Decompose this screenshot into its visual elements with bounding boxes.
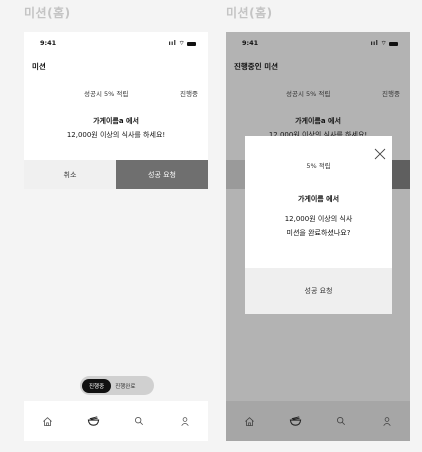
bowl-icon[interactable] — [285, 411, 305, 431]
user-icon[interactable] — [175, 411, 195, 431]
status-time: 9:41 — [242, 39, 259, 47]
action-buttons: 취소 성공 요청 — [24, 160, 208, 189]
search-icon[interactable] — [129, 411, 149, 431]
battery-icon — [187, 41, 196, 46]
status-icons: ııl ⌔ — [169, 39, 196, 47]
bottom-tab-bar — [226, 401, 410, 441]
toggle-in-progress[interactable]: 진행중 — [82, 378, 112, 393]
phone-screen-mission: 9:41 ııl ⌔ 미션 성공시 5% 적립 진행중 가게이름a 에서 12,… — [24, 32, 208, 441]
confirm-modal: 5% 적립 가게이름 에서 12,000원 이상의 식사 미션을 완료하셨나요?… — [245, 136, 392, 314]
close-icon[interactable] — [374, 145, 386, 160]
user-icon[interactable] — [377, 411, 397, 431]
status-badge: 진행중 — [180, 90, 198, 98]
bottom-tab-bar — [24, 401, 208, 441]
page-title: 진행중인 미션 — [234, 62, 279, 71]
home-icon[interactable] — [239, 411, 259, 431]
status-bar: 9:41 ııl ⌔ — [24, 32, 208, 50]
modal-mission-line1: 12,000원 이상의 식사 — [284, 215, 353, 223]
dimmed-cancel-button — [226, 160, 245, 189]
page-title: 미션 — [32, 62, 46, 71]
battery-icon — [389, 41, 398, 46]
dimmed-success-button — [392, 160, 410, 189]
reward-text: 성공시 5% 적립 — [84, 90, 129, 98]
search-icon[interactable] — [331, 411, 351, 431]
cancel-button[interactable]: 취소 — [24, 160, 116, 189]
frame-title-home-modal: 미션(홈) — [226, 6, 273, 20]
modal-reward-text: 5% 적립 — [306, 162, 331, 170]
status-bar: 9:41 ııl ⌔ — [226, 32, 410, 50]
toggle-completed[interactable]: 진행완료 — [111, 379, 139, 393]
modal-success-button[interactable]: 성공 요청 — [245, 268, 392, 314]
modal-store-name: 가게이름 에서 — [297, 195, 340, 203]
home-icon[interactable] — [37, 411, 57, 431]
store-name: 가게이름a 에서 — [295, 117, 341, 125]
status-badge: 진행중 — [382, 90, 400, 98]
frame-title-home: 미션(홈) — [24, 6, 71, 20]
signal-wifi-icon: ııl ⌔ — [168, 40, 185, 47]
modal-mission-line2: 미션을 완료하셨나요? — [286, 229, 351, 237]
status-icons: ııl ⌔ — [371, 39, 398, 47]
bowl-icon[interactable] — [83, 411, 103, 431]
mission-text: 12,000원 이상의 식사를 하세요! — [66, 131, 166, 139]
progress-toggle[interactable]: 진행중 진행완료 — [80, 376, 154, 395]
store-name: 가게이름a 에서 — [93, 117, 139, 125]
content-area — [24, 189, 208, 401]
status-time: 9:41 — [40, 39, 57, 47]
reward-text: 성공시 5% 적립 — [286, 90, 331, 98]
success-request-button[interactable]: 성공 요청 — [116, 160, 208, 189]
signal-wifi-icon: ııl ⌔ — [370, 40, 387, 47]
phone-screen-modal: 9:41 ııl ⌔ 진행중인 미션 성공시 5% 적립 진행중 가게이름a 에… — [226, 32, 410, 441]
